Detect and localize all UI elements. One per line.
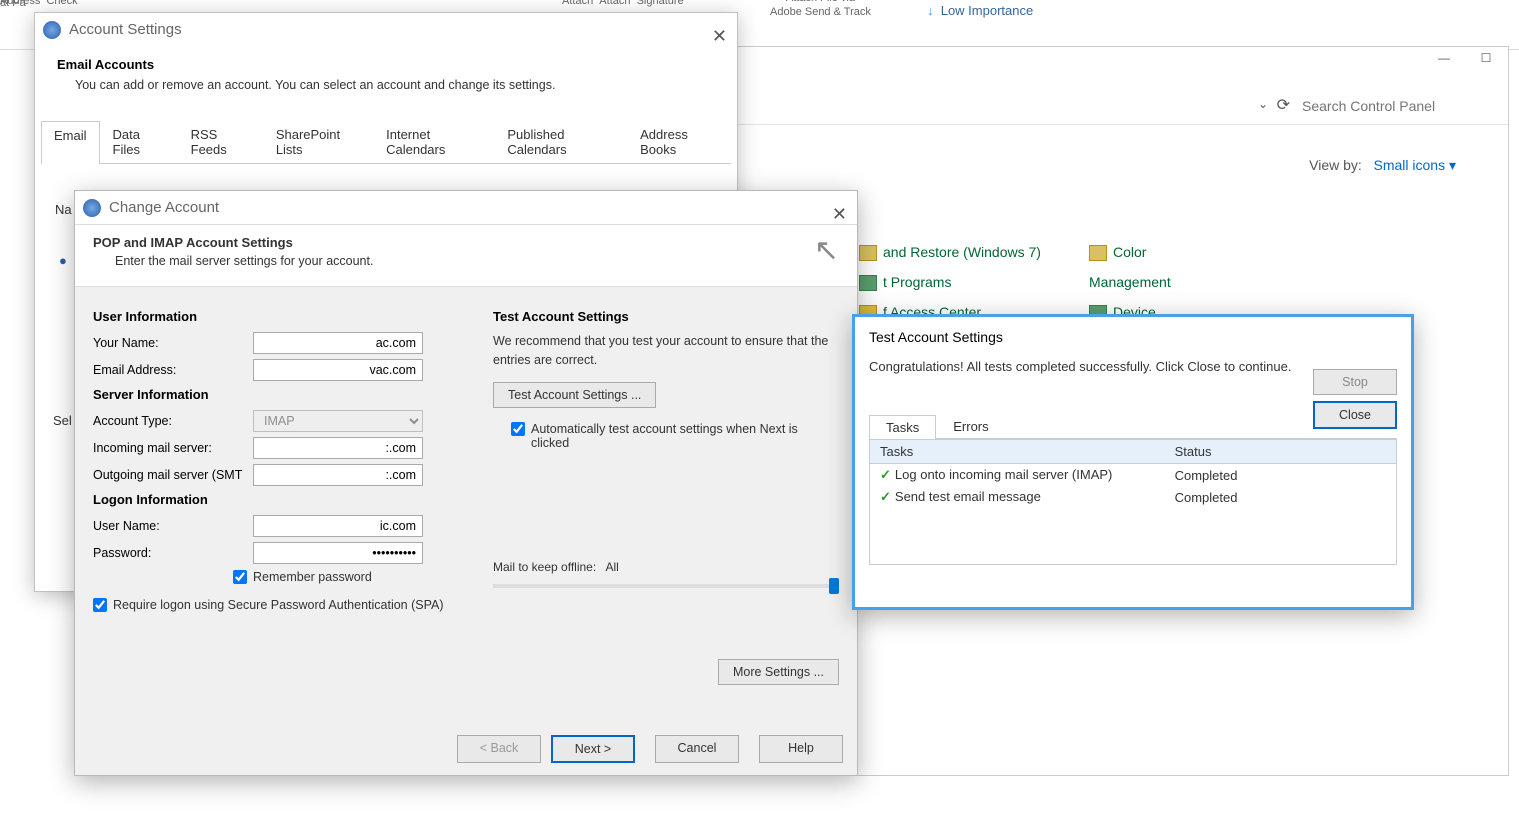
window-controls: — ☐ [1430,51,1500,73]
checkbox-remember[interactable] [233,570,247,584]
mail-offline-slider: Mail to keep offline: All [493,560,839,588]
checkbox-auto-test[interactable] [511,422,525,436]
ribbon-attach[interactable]: Attach Attach Signature [562,0,684,7]
cp-link-color[interactable]: Color Management [1089,237,1171,297]
select-account-type: IMAP [253,410,423,432]
tab-internet-cal[interactable]: Internet Calendars [373,120,494,163]
tab-email[interactable]: Email [41,121,100,164]
tab-data-files[interactable]: Data Files [100,120,178,163]
heading: POP and IMAP Account Settings [93,235,293,250]
search-input[interactable] [1302,93,1502,119]
ribbon-address-check[interactable]: Address Check [0,0,78,7]
section-test: Test Account Settings [493,309,839,324]
label-auto-test: Automatically test account settings when… [531,422,811,450]
view-by-dropdown[interactable]: Small icons ▾ [1373,157,1456,173]
label-email: Email Address: [93,363,253,377]
check-icon: ✓ [880,489,891,504]
next-button[interactable]: Next > [551,735,635,763]
cp-path-dropdown[interactable]: ⌄ [1258,97,1268,111]
cursor-icon: ↖ [814,233,839,268]
dialog-titlebar: Account Settings ✕ [35,13,737,47]
minimize-button[interactable]: — [1430,51,1458,73]
label-incoming: Incoming mail server: [93,441,253,455]
refresh-icon[interactable]: ⟳ [1277,95,1290,115]
subheading: You can add or remove an account. You ca… [75,78,715,92]
input-password[interactable] [253,542,423,564]
input-your-name[interactable] [253,332,423,354]
input-outgoing[interactable] [253,464,423,486]
app-icon [83,199,101,217]
checkbox-spa[interactable] [93,598,107,612]
maximize-button[interactable]: ☐ [1472,51,1500,73]
tab-tasks[interactable]: Tasks [869,415,936,439]
input-incoming[interactable] [253,437,423,459]
dialog-header: Email Accounts You can add or remove an … [35,47,737,106]
tab-rss[interactable]: RSS Feeds [178,120,263,163]
label-acct-type: Account Type: [93,414,253,428]
change-panel: User Information Your Name: Email Addres… [75,287,857,634]
more-settings-button[interactable]: More Settings ... [718,659,839,685]
change-header: POP and IMAP Account Settings Enter the … [75,225,857,287]
slider-track[interactable] [493,584,839,588]
value-mail-keep: All [606,560,619,574]
tab-errors[interactable]: Errors [936,414,1005,438]
change-account-dialog: Change Account ✕ POP and IMAP Account Se… [74,190,858,776]
test-title: Test Account Settings [869,329,1397,345]
tab-sharepoint[interactable]: SharePoint Lists [263,120,373,163]
ribbon-low-importance[interactable]: ↓ Low Importance [927,3,1033,18]
back-button[interactable]: < Back [457,735,541,763]
section-logon-info: Logon Information [93,492,463,507]
settings-tabs: Email Data Files RSS Feeds SharePoint Li… [41,120,731,164]
test-account-dialog: Test Account Settings Congratulations! A… [852,314,1414,610]
label-your-name: Your Name: [93,336,253,350]
table-row: ✓Log onto incoming mail server (IMAP)Com… [870,464,1397,487]
left-column: User Information Your Name: Email Addres… [93,303,463,618]
stop-button[interactable]: Stop [1313,369,1397,395]
view-by: View by: Small icons ▾ [1309,157,1456,174]
label-remember: Remember password [253,570,372,584]
slider-thumb[interactable] [829,578,839,594]
label-mail-keep: Mail to keep offline: [493,560,596,574]
app-icon [43,21,61,39]
label-spa: Require logon using Secure Password Auth… [113,598,444,612]
section-user-info: User Information [93,309,463,324]
cp-link-backup[interactable]: and Restore (Windows 7) [859,237,1041,267]
ribbon-adobe[interactable]: Attach File viaAdobe Send & Track [770,0,871,19]
select-label: Sel [53,413,72,428]
test-account-button[interactable]: Test Account Settings ... [493,382,656,408]
dialog-title: Change Account [109,199,219,216]
heading: Email Accounts [57,57,154,72]
cancel-button[interactable]: Cancel [655,735,739,763]
input-email[interactable] [253,359,423,381]
test-buttons: Stop Close [1313,369,1397,429]
close-button[interactable]: Close [1313,401,1397,429]
close-icon[interactable]: ✕ [712,19,727,53]
col-status: Status [1165,440,1397,464]
tab-pub-cal[interactable]: Published Calendars [494,120,627,163]
change-titlebar: Change Account ✕ [75,191,857,225]
col-tasks: Tasks [870,440,1165,464]
default-check-icon: ● [59,253,67,268]
table-row: ✓Send test email messageCompleted [870,486,1397,508]
test-results-table: TasksStatus ✓Log onto incoming mail serv… [869,439,1397,565]
cp-link-programs[interactable]: t Programs [859,267,1041,297]
label-outgoing: Outgoing mail server (SMT [93,468,253,482]
label-password: Password: [93,546,253,560]
test-description: We recommend that you test your account … [493,332,839,370]
wizard-footer: < Back Next > Cancel Help [457,735,843,763]
section-server-info: Server Information [93,387,463,402]
label-user: User Name: [93,519,253,533]
tab-address[interactable]: Address Books [627,120,731,163]
right-column: Test Account Settings We recommend that … [493,303,839,618]
subheading: Enter the mail server settings for your … [115,254,839,268]
input-user[interactable] [253,515,423,537]
dialog-title: Account Settings [69,21,182,38]
check-icon: ✓ [880,467,891,482]
help-button[interactable]: Help [759,735,843,763]
